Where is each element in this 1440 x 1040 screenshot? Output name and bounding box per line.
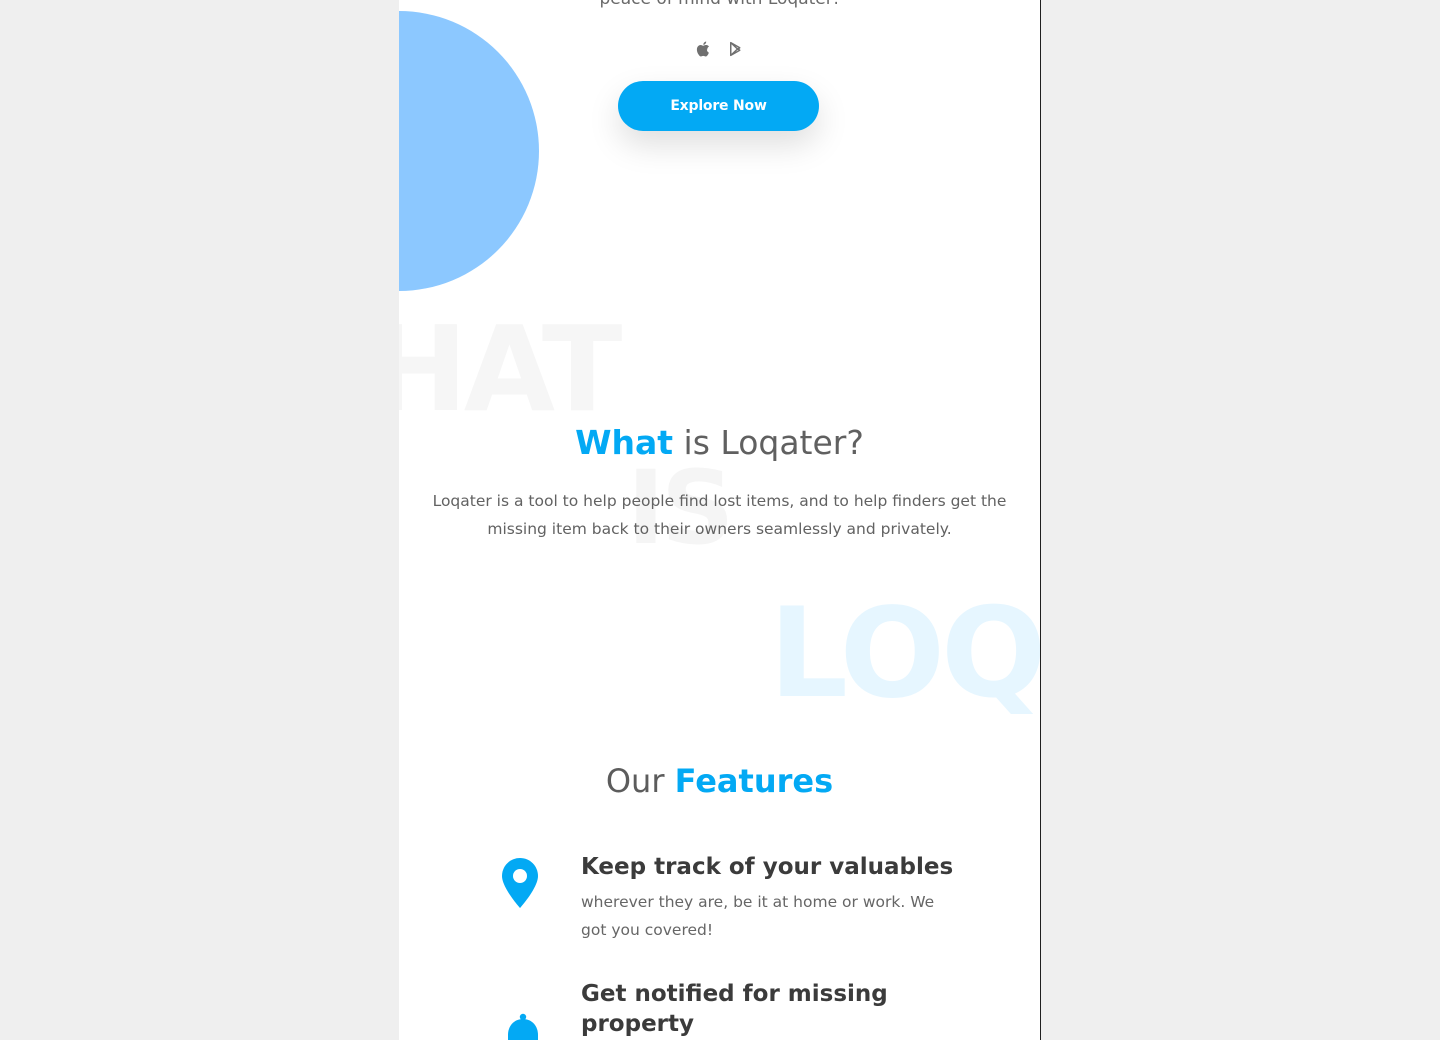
- watermark-loq-text: LOQ: [769, 582, 1041, 726]
- what-is-description: Loqater is a tool to help people find lo…: [432, 492, 1007, 538]
- features-heading-prefix: Our: [605, 762, 675, 800]
- map-pin-icon: [502, 858, 538, 908]
- hero-tagline: peace of mind with Loqater!: [399, 0, 1040, 12]
- what-is-heading-highlight: What: [575, 423, 674, 462]
- what-is-heading: What is Loqater?: [399, 421, 1040, 465]
- feature-description: wherever they are, be it at home or work…: [581, 893, 935, 939]
- watermark-what-text: HAT: [399, 300, 622, 438]
- feature-title: Get notified for missing property: [581, 981, 888, 1037]
- bell-icon: [508, 1013, 538, 1040]
- apple-icon[interactable]: [695, 40, 713, 58]
- explore-now-button[interactable]: Explore Now: [618, 81, 819, 131]
- feature-title: Keep track of your valuables: [581, 854, 954, 880]
- landing-page: HAT IS LOQ peace of mind with Loqater! E…: [399, 0, 1041, 1040]
- features-heading-highlight: Features: [674, 762, 834, 800]
- store-links: [399, 40, 1040, 58]
- features-heading: Our Features: [399, 759, 1040, 803]
- what-is-heading-rest: is Loqater?: [673, 423, 864, 462]
- google-play-icon[interactable]: [727, 40, 745, 58]
